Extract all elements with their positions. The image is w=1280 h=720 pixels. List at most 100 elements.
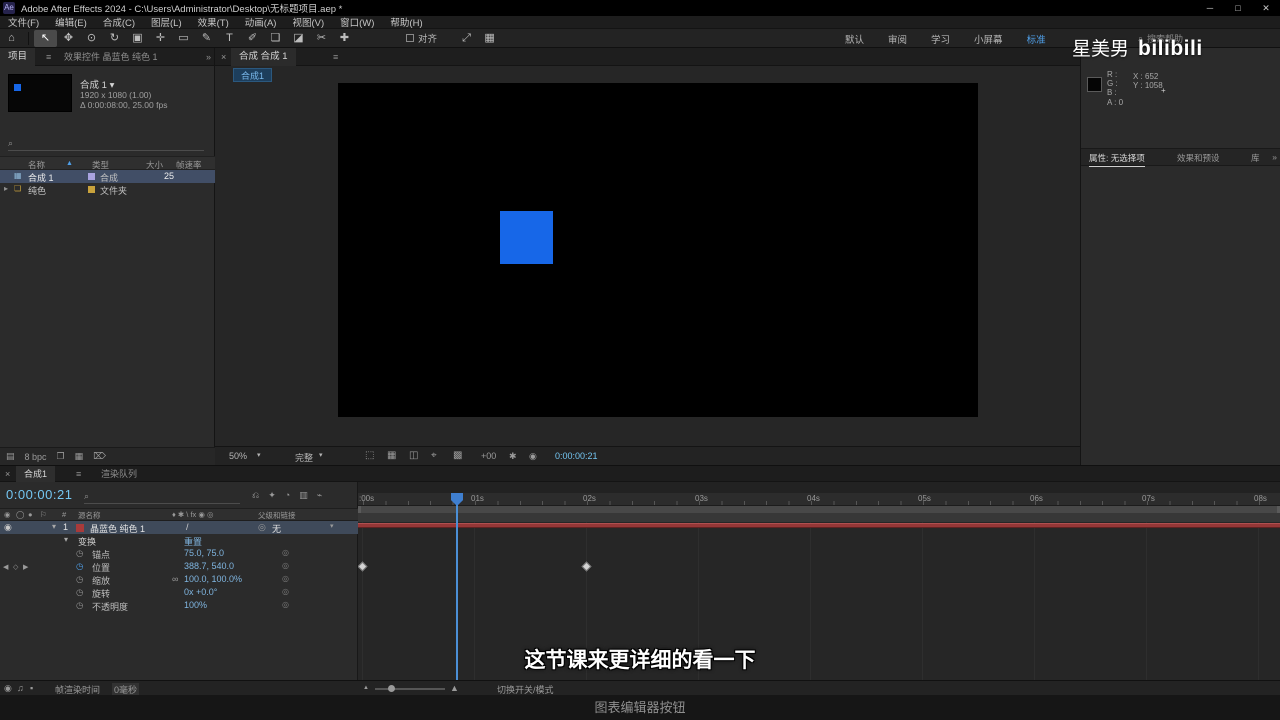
menu-animation[interactable]: 动画(A) [237, 15, 285, 29]
motion-blur-icon[interactable]: ⌁ [317, 490, 322, 501]
puppet-tool-icon[interactable]: ✚ [333, 30, 356, 47]
menu-layer[interactable]: 图层(L) [143, 15, 190, 29]
new-folder-icon[interactable]: ❐ [57, 451, 65, 462]
property-row-position[interactable]: ◀ ◇ ▶ ◷ 位置 388.7, 540.0 ◎ [0, 560, 358, 573]
close-button[interactable]: ✕ [1252, 0, 1280, 16]
property-row-opacity[interactable]: ◷ 不透明度 100% ◎ [0, 599, 358, 612]
menu-file[interactable]: 文件(F) [0, 15, 47, 29]
link-dimensions-icon[interactable]: ∞ [172, 574, 178, 584]
stopwatch-icon[interactable]: ◷ [76, 548, 83, 559]
eraser-tool-icon[interactable]: ◪ [287, 30, 310, 47]
magnification-dropdown[interactable]: 50% [229, 451, 247, 461]
pen-tool-icon[interactable]: ✎ [195, 30, 218, 47]
time-ruler[interactable]: :00s 01s 02s 03s 04s 05s 06s 07s 08s [358, 493, 1280, 506]
menu-edit[interactable]: 编辑(E) [47, 15, 95, 29]
column-source-name[interactable]: 源名称 [78, 510, 101, 521]
shape-tool-icon[interactable]: ▭ [172, 30, 195, 47]
audio-icon[interactable]: ♫ [17, 683, 24, 693]
layer-duration-bar[interactable] [358, 523, 1280, 528]
panel-grid-icon[interactable]: ▦ [478, 30, 501, 47]
zoom-in-mountain-icon[interactable]: ▲ [450, 683, 459, 693]
layer-row-solid[interactable]: ◉ ▾ 1 晶蓝色 纯色 1 / ◎ 无 ▾ [0, 521, 358, 534]
zoom-slider-thumb[interactable] [388, 685, 395, 692]
stopwatch-icon[interactable]: ◷ [76, 600, 83, 611]
camera-tool-icon[interactable]: ▣ [126, 30, 149, 47]
next-keyframe-icon[interactable]: ▶ [23, 563, 28, 571]
project-depth-label[interactable]: 8 bpc [25, 452, 47, 462]
grid-guides-icon[interactable]: ▦ [387, 450, 396, 461]
region-of-interest-icon[interactable]: ⬚ [365, 450, 374, 461]
close-tab-icon[interactable]: × [221, 48, 226, 66]
viewer-tab-comp1[interactable]: 合成1 [233, 68, 273, 82]
chevron-down-icon[interactable]: ▾ [319, 451, 323, 459]
zoom-out-mountain-icon[interactable]: ▲ [363, 685, 369, 691]
transform-group-row[interactable]: ▾ 变换 重置 [0, 534, 358, 547]
preview-timecode[interactable]: 0:00:00:21 [555, 451, 598, 461]
previous-keyframe-icon[interactable]: ◀ [3, 563, 8, 571]
workspace-default[interactable]: 默认 [845, 32, 864, 46]
graph-toggle-icon[interactable]: ◎ [282, 561, 289, 570]
property-value[interactable]: 388.7, 540.0 [184, 561, 234, 571]
add-keyframe-icon[interactable]: ◇ [13, 563, 18, 571]
work-area-bar[interactable] [358, 506, 1280, 513]
snap-toggle[interactable]: 对齐 [406, 31, 437, 45]
tab-project[interactable]: 项目 [0, 48, 36, 66]
tab-composition[interactable]: 合成 合成 1 [231, 48, 296, 66]
roto-brush-tool-icon[interactable]: ✂ [310, 30, 333, 47]
brush-tool-icon[interactable]: ✐ [241, 30, 264, 47]
tab-render-queue[interactable]: 渲染队列 [95, 466, 143, 482]
resolution-dropdown[interactable]: 完整 [295, 451, 313, 464]
fast-previews-icon[interactable]: ✱ [509, 451, 517, 462]
item-name[interactable]: 纯色 [28, 184, 46, 197]
close-tab-icon[interactable]: × [5, 466, 10, 482]
twirl-open-icon[interactable]: ▾ [52, 522, 56, 531]
stopwatch-icon[interactable]: ◷ [76, 587, 83, 598]
panel-menu-icon[interactable]: ≡ [327, 48, 344, 66]
mini-flowchart-icon[interactable]: ⎌ [252, 490, 259, 501]
menu-window[interactable]: 窗口(W) [332, 15, 382, 29]
menu-view[interactable]: 视图(V) [284, 15, 332, 29]
layer-quality-switch[interactable]: / [186, 522, 189, 532]
rotation-tool-icon[interactable]: ↻ [103, 30, 126, 47]
exposure-value[interactable]: +00 [481, 451, 496, 461]
live-update-icon[interactable]: ◉ [4, 683, 12, 694]
keyframe-diamond[interactable] [581, 561, 592, 572]
project-search-input[interactable]: ⌕ [8, 138, 204, 151]
current-view-icon[interactable]: ⌖ [431, 450, 437, 461]
new-composition-icon[interactable]: ▦ [75, 451, 84, 462]
workspace-review[interactable]: 审阅 [888, 32, 907, 46]
panel-overflow-icon[interactable]: » [206, 48, 211, 66]
stopwatch-icon[interactable]: ◷ [76, 574, 83, 585]
workspace-small-screen[interactable]: 小屏幕 [974, 32, 1003, 46]
layer-label-chip[interactable] [76, 524, 84, 532]
capture-icon[interactable]: ▪ [30, 683, 33, 693]
column-parent-link[interactable]: 父级和链接 [258, 510, 296, 521]
property-row-rotation[interactable]: ◷ 旋转 0x +0.0° ◎ [0, 586, 358, 599]
menu-help[interactable]: 帮助(H) [382, 15, 430, 29]
panel-menu-icon[interactable]: ≡ [40, 48, 57, 66]
pick-whip-icon[interactable]: ◎ [258, 522, 266, 533]
panel-overflow-icon[interactable]: » [1272, 152, 1277, 162]
workspace-grid-icon[interactable]: ⤢ [455, 30, 478, 47]
solo-column-icon[interactable]: ● [28, 510, 33, 519]
graph-toggle-icon[interactable]: ◎ [282, 600, 289, 609]
timeline-zoom-slider[interactable] [375, 688, 445, 690]
label-color-chip[interactable] [88, 173, 95, 180]
workspace-learn[interactable]: 学习 [931, 32, 950, 46]
mask-visibility-icon[interactable]: ◫ [409, 450, 418, 461]
twirl-open-icon[interactable]: ▾ [64, 535, 68, 544]
tab-library[interactable]: 库 [1251, 152, 1260, 164]
graph-toggle-icon[interactable]: ◎ [282, 574, 289, 583]
twirl-icon[interactable]: ▸ [4, 184, 8, 193]
chevron-down-icon[interactable]: ▾ [257, 451, 261, 459]
video-column-icon[interactable]: ◉ [4, 510, 11, 519]
tab-properties[interactable]: 属性: 无选择项 [1089, 152, 1145, 167]
tab-effects-presets[interactable]: 效果和预设 [1177, 152, 1220, 164]
property-row-scale[interactable]: ◷ 缩放 ∞ 100.0, 100.0% ◎ [0, 573, 358, 586]
property-value[interactable]: 0x +0.0° [184, 587, 217, 597]
blue-solid-layer[interactable] [500, 211, 553, 264]
delete-icon[interactable]: ⌦ [93, 451, 106, 462]
project-row-comp[interactable]: ▦ 合成 1 合成 25 [0, 170, 215, 183]
lock-column-icon[interactable]: ⚐ [40, 510, 47, 519]
maximize-button[interactable]: □ [1224, 0, 1252, 16]
